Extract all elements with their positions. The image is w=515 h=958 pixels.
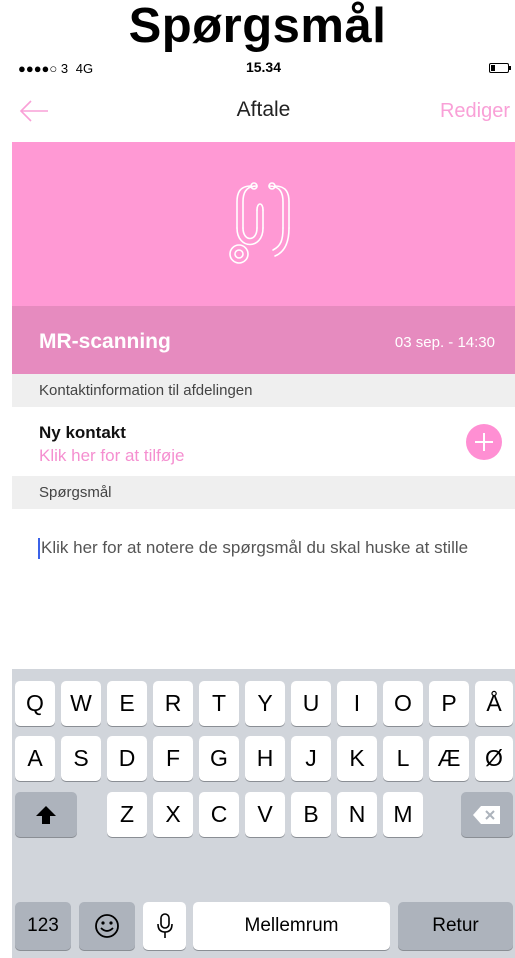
status-time: 15.34 <box>245 59 282 75</box>
numbers-key[interactable]: 123 <box>15 902 71 950</box>
key-aa[interactable]: Å <box>475 681 513 726</box>
edit-button[interactable]: Rediger <box>440 100 510 123</box>
key-m[interactable]: M <box>383 792 423 837</box>
navigation-bar: Aftale Rediger <box>12 82 515 143</box>
key-w[interactable]: W <box>61 681 101 726</box>
plus-circle-icon[interactable] <box>466 424 502 460</box>
microphone-key[interactable] <box>143 902 186 950</box>
key-d[interactable]: D <box>107 736 147 781</box>
battery-icon <box>489 63 513 74</box>
keyboard: Q W E R T Y U I O P Å A S D F G H J K L … <box>12 669 515 958</box>
new-contact-row[interactable]: Ny kontakt Klik her for at tilføje <box>12 407 515 476</box>
key-y[interactable]: Y <box>245 681 285 726</box>
key-b[interactable]: B <box>291 792 331 837</box>
status-bar: ●●●●○ 3 4G 15.34 <box>12 54 515 82</box>
contact-section-title: Kontaktinformation til afdelingen <box>39 382 253 399</box>
key-e[interactable]: E <box>107 681 147 726</box>
contact-section-header: Kontaktinformation til afdelingen <box>12 374 515 407</box>
key-f[interactable]: F <box>153 736 193 781</box>
contact-name: Ny kontakt <box>39 423 126 442</box>
key-j[interactable]: J <box>291 736 331 781</box>
stethoscope-icon <box>229 182 290 264</box>
key-s[interactable]: S <box>61 736 101 781</box>
key-c[interactable]: C <box>199 792 239 837</box>
key-v[interactable]: V <box>245 792 285 837</box>
hero-banner <box>12 142 515 306</box>
questions-textarea[interactable]: Klik her for at notere de spørgsmål du s… <box>12 509 515 669</box>
key-q[interactable]: Q <box>15 681 55 726</box>
questions-section-title: Spørgsmål <box>39 484 112 501</box>
key-h[interactable]: H <box>245 736 285 781</box>
microphone-icon <box>156 913 173 938</box>
key-i[interactable]: I <box>337 681 377 726</box>
shift-arrow-icon <box>36 805 56 824</box>
questions-section-header: Spørgsmål <box>12 476 515 509</box>
emoji-key[interactable] <box>79 902 135 950</box>
key-n[interactable]: N <box>337 792 377 837</box>
key-g[interactable]: G <box>199 736 239 781</box>
contact-hint: Klik her for at tilføje <box>39 446 185 465</box>
shift-key[interactable] <box>15 792 77 837</box>
key-ae[interactable]: Æ <box>429 736 469 781</box>
key-t[interactable]: T <box>199 681 239 726</box>
key-r[interactable]: R <box>153 681 193 726</box>
key-z[interactable]: Z <box>107 792 147 837</box>
phone-screen: ●●●●○ 3 4G 15.34 Aftale Rediger MR-scann… <box>12 54 515 958</box>
text-caret <box>38 538 40 559</box>
appointment-date: 03 sep. - 14:30 <box>394 334 495 351</box>
appointment-title: MR-scanning <box>39 330 171 353</box>
emoji-icon <box>95 914 119 938</box>
backspace-icon <box>473 805 500 824</box>
space-key[interactable]: Mellemrum <box>193 902 390 950</box>
key-u[interactable]: U <box>291 681 331 726</box>
key-a[interactable]: A <box>15 736 55 781</box>
backspace-key[interactable] <box>461 792 513 837</box>
return-key[interactable]: Retur <box>398 902 513 950</box>
key-o[interactable]: O <box>383 681 423 726</box>
key-p[interactable]: P <box>429 681 469 726</box>
key-k[interactable]: K <box>337 736 377 781</box>
key-x[interactable]: X <box>153 792 193 837</box>
key-l[interactable]: L <box>383 736 423 781</box>
questions-placeholder: Klik her for at notere de spørgsmål du s… <box>41 538 469 557</box>
key-oe[interactable]: Ø <box>475 736 513 781</box>
page-heading: Spørgsmål <box>128 0 387 53</box>
appointment-bar: MR-scanning 03 sep. - 14:30 <box>12 306 515 374</box>
